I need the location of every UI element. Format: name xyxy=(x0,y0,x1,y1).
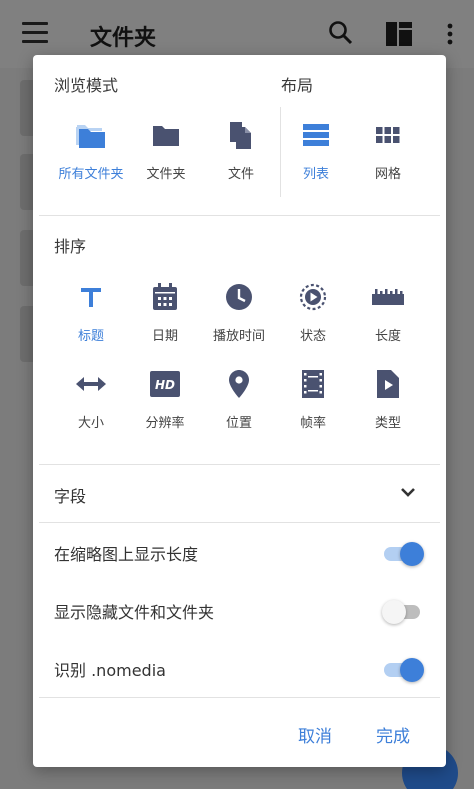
toggle-label: 在缩略图上显示长度 xyxy=(54,545,199,564)
sort-option-label: 类型 xyxy=(374,416,401,431)
fields-label: 字段 xyxy=(54,487,87,506)
sort-title[interactable]: 标题 xyxy=(56,281,126,344)
sort-status[interactable]: 状态 xyxy=(278,281,348,344)
toggle-row-nomedia: 识别 .nomedia xyxy=(33,640,446,696)
browse-all-folders[interactable]: 所有文件夹 xyxy=(56,119,126,182)
search-icon[interactable] xyxy=(328,20,354,46)
toggle-row-show-length: 在缩略图上显示长度 xyxy=(33,524,446,580)
sort-frame-rate[interactable]: 帧率 xyxy=(278,368,348,431)
sort-size[interactable]: 大小 xyxy=(56,368,126,431)
sort-label: 排序 xyxy=(54,237,87,256)
divider xyxy=(39,697,440,698)
layout-list[interactable]: 列表 xyxy=(281,119,351,182)
divider xyxy=(39,464,440,465)
clock-icon xyxy=(226,284,252,310)
more-vert-icon[interactable] xyxy=(446,22,454,46)
sort-option-label: 长度 xyxy=(374,329,401,344)
title-icon xyxy=(81,288,101,307)
sort-option-label: 位置 xyxy=(225,416,252,431)
sort-length[interactable]: 长度 xyxy=(353,281,423,344)
toggle-row-show-hidden: 显示隐藏文件和文件夹 xyxy=(33,582,446,638)
browse-option-label: 所有文件夹 xyxy=(58,167,124,182)
sort-type[interactable]: 类型 xyxy=(353,368,423,431)
sort-option-label: 状态 xyxy=(299,329,326,344)
sort-option-label: 帧率 xyxy=(299,416,326,431)
show-hidden-switch[interactable] xyxy=(382,600,422,624)
layout-option-label: 网格 xyxy=(374,167,401,182)
browse-option-label: 文件夹 xyxy=(146,167,186,182)
view-options-dialog: 浏览模式 布局 所有文件夹 文件夹 文件 列表 网格 排序 标题 日期 播放时间… xyxy=(33,55,446,767)
folders-icon xyxy=(76,125,105,148)
cancel-button[interactable]: 取消 xyxy=(298,722,332,747)
location-pin-icon xyxy=(229,370,249,398)
layout-grid[interactable]: 网格 xyxy=(353,119,423,182)
browse-files[interactable]: 文件 xyxy=(206,119,276,182)
ruler-icon xyxy=(372,289,404,305)
sort-play-time[interactable]: 播放时间 xyxy=(204,281,274,344)
sort-location[interactable]: 位置 xyxy=(204,368,274,431)
folder-icon xyxy=(153,126,179,146)
sort-date[interactable]: 日期 xyxy=(130,281,200,344)
browse-mode-label: 浏览模式 xyxy=(54,76,119,95)
sort-option-label: 分辨率 xyxy=(145,416,185,431)
browse-folders[interactable]: 文件夹 xyxy=(131,119,201,182)
toggle-label: 识别 .nomedia xyxy=(54,661,166,680)
calendar-icon xyxy=(153,283,177,310)
fields-expander[interactable]: 字段 xyxy=(33,466,446,522)
files-icon xyxy=(230,122,251,149)
film-icon xyxy=(302,370,324,398)
grid-icon xyxy=(376,127,400,143)
layout-option-label: 列表 xyxy=(302,167,329,182)
show-length-switch[interactable] xyxy=(384,542,424,566)
toggle-label: 显示隐藏文件和文件夹 xyxy=(54,603,215,622)
chevron-down-icon xyxy=(401,488,415,497)
hd-icon: HD xyxy=(150,371,180,397)
menu-icon[interactable] xyxy=(22,22,48,46)
divider xyxy=(39,522,440,523)
sort-resolution[interactable]: HD 分辨率 xyxy=(130,368,200,431)
sort-option-label: 日期 xyxy=(151,329,178,344)
layout-icon[interactable] xyxy=(386,22,412,46)
sort-option-label: 标题 xyxy=(77,329,104,344)
file-type-icon xyxy=(377,370,399,398)
sort-option-label: 大小 xyxy=(77,416,104,431)
status-icon xyxy=(299,283,327,311)
svg-text:HD: HD xyxy=(155,378,175,392)
done-button[interactable]: 完成 xyxy=(376,722,410,747)
layout-label: 布局 xyxy=(281,76,314,95)
size-arrows-icon xyxy=(76,377,106,391)
browse-option-label: 文件 xyxy=(227,167,254,182)
page-title: 文件夹 xyxy=(90,26,157,51)
list-icon xyxy=(303,124,329,146)
divider xyxy=(39,215,440,216)
nomedia-switch[interactable] xyxy=(384,658,424,682)
sort-option-label: 播放时间 xyxy=(212,329,265,344)
